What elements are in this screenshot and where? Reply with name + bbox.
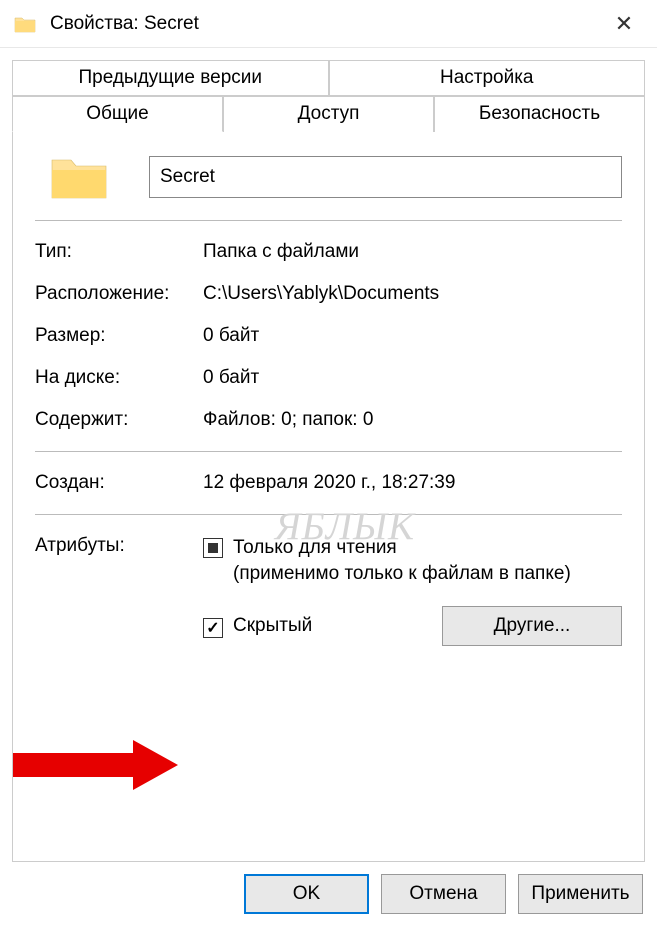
label-attributes: Атрибуты: bbox=[35, 535, 203, 646]
tab-content-general: Тип: Папка с файлами Расположение: C:\Us… bbox=[12, 132, 645, 862]
value-location: C:\Users\Yablyk\Documents bbox=[203, 283, 622, 305]
row-location: Расположение: C:\Users\Yablyk\Documents bbox=[35, 273, 622, 315]
folder-icon bbox=[14, 15, 36, 33]
close-button[interactable]: ✕ bbox=[599, 0, 649, 48]
cancel-button[interactable]: Отмена bbox=[381, 874, 506, 914]
hidden-row: Скрытый Другие... bbox=[203, 606, 622, 646]
tab-sharing[interactable]: Доступ bbox=[223, 96, 434, 132]
row-size: Размер: 0 байт bbox=[35, 315, 622, 357]
folder-name-input[interactable] bbox=[149, 156, 622, 198]
value-size-on-disk: 0 байт bbox=[203, 367, 622, 389]
divider bbox=[35, 451, 622, 452]
readonly-checkbox[interactable] bbox=[203, 538, 223, 558]
value-created: 12 февраля 2020 г., 18:27:39 bbox=[203, 472, 622, 494]
tab-customize[interactable]: Настройка bbox=[329, 60, 646, 96]
hidden-checkbox[interactable] bbox=[203, 618, 223, 638]
row-contains: Содержит: Файлов: 0; папок: 0 bbox=[35, 399, 622, 441]
tab-area: Предыдущие версии Настройка Общие Доступ… bbox=[0, 48, 657, 862]
value-size: 0 байт bbox=[203, 325, 622, 347]
value-type: Папка с файлами bbox=[203, 241, 622, 263]
label-size: Размер: bbox=[35, 325, 203, 347]
label-location: Расположение: bbox=[35, 283, 203, 305]
header-row bbox=[35, 152, 622, 202]
button-bar: OK Отмена Применить bbox=[0, 862, 657, 926]
tab-security[interactable]: Безопасность bbox=[434, 96, 645, 132]
tab-general[interactable]: Общие bbox=[12, 96, 223, 132]
readonly-note: (применимо только к файлам в папке) bbox=[233, 563, 571, 584]
divider bbox=[35, 514, 622, 515]
readonly-label-text: Только для чтения bbox=[233, 537, 397, 558]
title-bar: Свойства: Secret ✕ bbox=[0, 0, 657, 48]
label-type: Тип: bbox=[35, 241, 203, 263]
value-contains: Файлов: 0; папок: 0 bbox=[203, 409, 622, 431]
label-contains: Содержит: bbox=[35, 409, 203, 431]
tab-previous-versions[interactable]: Предыдущие версии bbox=[12, 60, 329, 96]
red-arrow-annotation bbox=[3, 735, 183, 795]
label-size-on-disk: На диске: bbox=[35, 367, 203, 389]
ok-button[interactable]: OK bbox=[244, 874, 369, 914]
close-icon: ✕ bbox=[615, 11, 633, 37]
row-created: Создан: 12 февраля 2020 г., 18:27:39 bbox=[35, 462, 622, 504]
hidden-label: Скрытый bbox=[233, 613, 312, 639]
folder-icon-large bbox=[49, 152, 109, 202]
window-title: Свойства: Secret bbox=[50, 13, 599, 35]
tabs: Предыдущие версии Настройка Общие Доступ… bbox=[12, 60, 645, 132]
row-type: Тип: Папка с файлами bbox=[35, 231, 622, 273]
row-size-on-disk: На диске: 0 байт bbox=[35, 357, 622, 399]
divider bbox=[35, 220, 622, 221]
other-attributes-button[interactable]: Другие... bbox=[442, 606, 622, 646]
label-created: Создан: bbox=[35, 472, 203, 494]
attributes-section: Атрибуты: Только для чтения (применимо т… bbox=[35, 525, 622, 656]
readonly-label: Только для чтения (применимо только к фа… bbox=[233, 535, 571, 586]
readonly-row: Только для чтения (применимо только к фа… bbox=[203, 535, 622, 586]
apply-button[interactable]: Применить bbox=[518, 874, 643, 914]
